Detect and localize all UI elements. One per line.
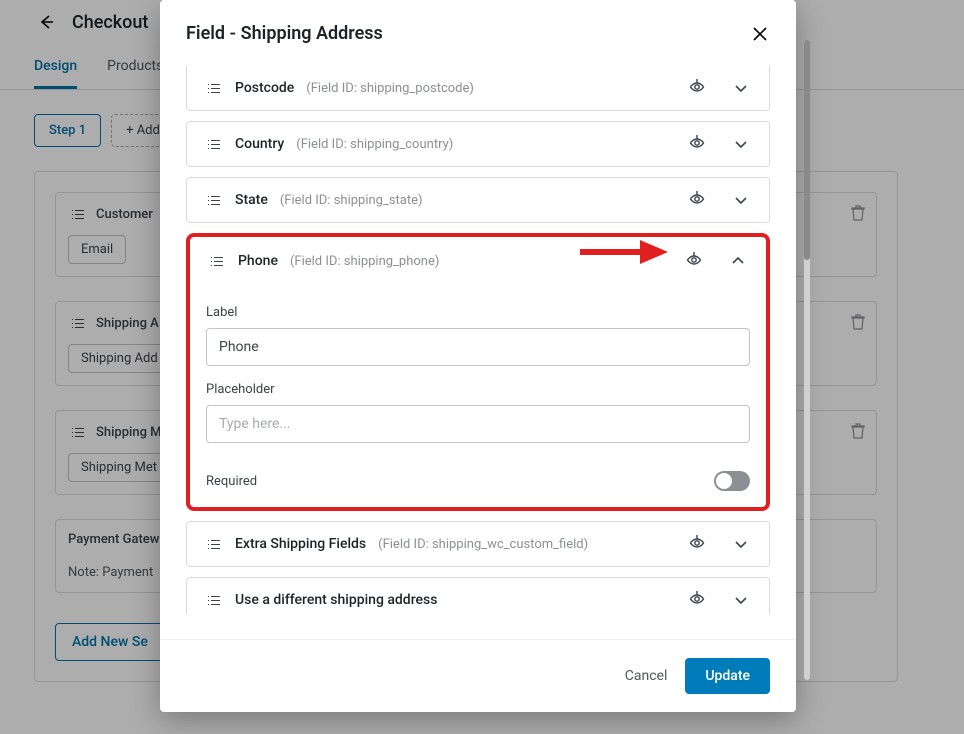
drag-handle-icon[interactable] — [206, 251, 226, 271]
visibility-icon[interactable] — [687, 590, 707, 610]
chevron-up-icon[interactable] — [726, 251, 750, 271]
field-id: (Field ID: shipping_state) — [280, 193, 423, 208]
field-row-different-address: Use a different shipping address — [186, 577, 770, 614]
modal-footer: Cancel Update — [160, 639, 796, 712]
visibility-icon[interactable] — [687, 78, 707, 98]
add-new-section-button[interactable]: Add New Se — [55, 623, 165, 661]
field-pill-email[interactable]: Email — [68, 235, 126, 264]
field-row-header[interactable]: Extra Shipping Fields (Field ID: shippin… — [187, 522, 769, 566]
field-row-country: Country (Field ID: shipping_country) — [186, 121, 770, 167]
trash-icon[interactable] — [848, 203, 866, 225]
required-toggle[interactable] — [714, 471, 750, 491]
tab-products[interactable]: Products — [107, 58, 163, 89]
field-row-extra-shipping: Extra Shipping Fields (Field ID: shippin… — [186, 521, 770, 567]
field-name: Country — [235, 136, 284, 152]
field-row-header[interactable]: Postcode (Field ID: shipping_postcode) — [187, 66, 769, 110]
cancel-button[interactable]: Cancel — [625, 668, 668, 684]
field-row-phone-expanded: Phone (Field ID: shipping_phone) Label P… — [186, 233, 770, 511]
field-name: Extra Shipping Fields — [235, 536, 366, 552]
trash-icon[interactable] — [848, 421, 866, 443]
drag-handle-icon[interactable] — [203, 190, 223, 210]
field-id: (Field ID: shipping_country) — [296, 137, 453, 152]
back-arrow-icon[interactable] — [34, 10, 58, 34]
trash-icon[interactable] — [848, 312, 866, 334]
chevron-down-icon[interactable] — [729, 590, 753, 610]
close-icon[interactable] — [748, 22, 770, 44]
modal-header: Field - Shipping Address — [160, 0, 796, 66]
section-title: Customer — [96, 207, 153, 222]
chevron-down-icon[interactable] — [729, 78, 753, 98]
drag-handle-icon[interactable] — [203, 134, 223, 154]
tab-design[interactable]: Design — [34, 58, 77, 89]
field-name: Postcode — [235, 80, 294, 96]
label-label: Label — [206, 305, 750, 320]
required-label: Required — [206, 474, 257, 489]
placeholder-label: Placeholder — [206, 382, 750, 397]
chevron-down-icon[interactable] — [729, 134, 753, 154]
step-1-button[interactable]: Step 1 — [34, 114, 101, 147]
visibility-icon[interactable] — [687, 534, 707, 554]
field-row-state: State (Field ID: shipping_state) — [186, 177, 770, 223]
drag-handle-icon[interactable] — [203, 78, 223, 98]
field-id: (Field ID: shipping_wc_custom_field) — [378, 537, 588, 552]
placeholder-input[interactable] — [206, 405, 750, 443]
section-title: Shipping A — [96, 316, 159, 331]
drag-handle-icon[interactable] — [203, 534, 223, 554]
section-title: Payment Gatew — [68, 532, 159, 547]
modal-body: Postcode (Field ID: shipping_postcode) C… — [160, 66, 796, 639]
field-name: Phone — [238, 253, 278, 269]
chevron-down-icon[interactable] — [729, 534, 753, 554]
field-id: (Field ID: shipping_phone) — [290, 254, 439, 269]
drag-handle-icon[interactable] — [203, 590, 223, 610]
field-row-postcode: Postcode (Field ID: shipping_postcode) — [186, 66, 770, 111]
field-row-header[interactable]: Phone (Field ID: shipping_phone) — [192, 239, 764, 283]
field-name: State — [235, 192, 268, 208]
visibility-icon[interactable] — [684, 251, 704, 271]
chevron-down-icon[interactable] — [729, 190, 753, 210]
scrollbar-thumb[interactable] — [804, 40, 810, 260]
modal-title: Field - Shipping Address — [186, 23, 383, 44]
section-title: Shipping M — [96, 425, 162, 440]
field-row-header[interactable]: State (Field ID: shipping_state) — [187, 178, 769, 222]
field-name: Use a different shipping address — [235, 592, 437, 608]
field-pill-shipping-address[interactable]: Shipping Add — [68, 344, 171, 373]
scrollbar[interactable] — [804, 40, 810, 680]
field-editor-modal: Field - Shipping Address Postcode (Field… — [160, 0, 796, 712]
field-row-header[interactable]: Use a different shipping address — [187, 578, 769, 614]
field-settings-body: Label Placeholder Required — [192, 283, 764, 505]
field-pill-shipping-method[interactable]: Shipping Met — [68, 453, 170, 482]
label-input[interactable] — [206, 328, 750, 366]
page-title: Checkout — [72, 12, 148, 33]
field-row-header[interactable]: Country (Field ID: shipping_country) — [187, 122, 769, 166]
field-id: (Field ID: shipping_postcode) — [306, 81, 474, 96]
update-button[interactable]: Update — [685, 658, 770, 694]
visibility-icon[interactable] — [687, 134, 707, 154]
visibility-icon[interactable] — [687, 190, 707, 210]
